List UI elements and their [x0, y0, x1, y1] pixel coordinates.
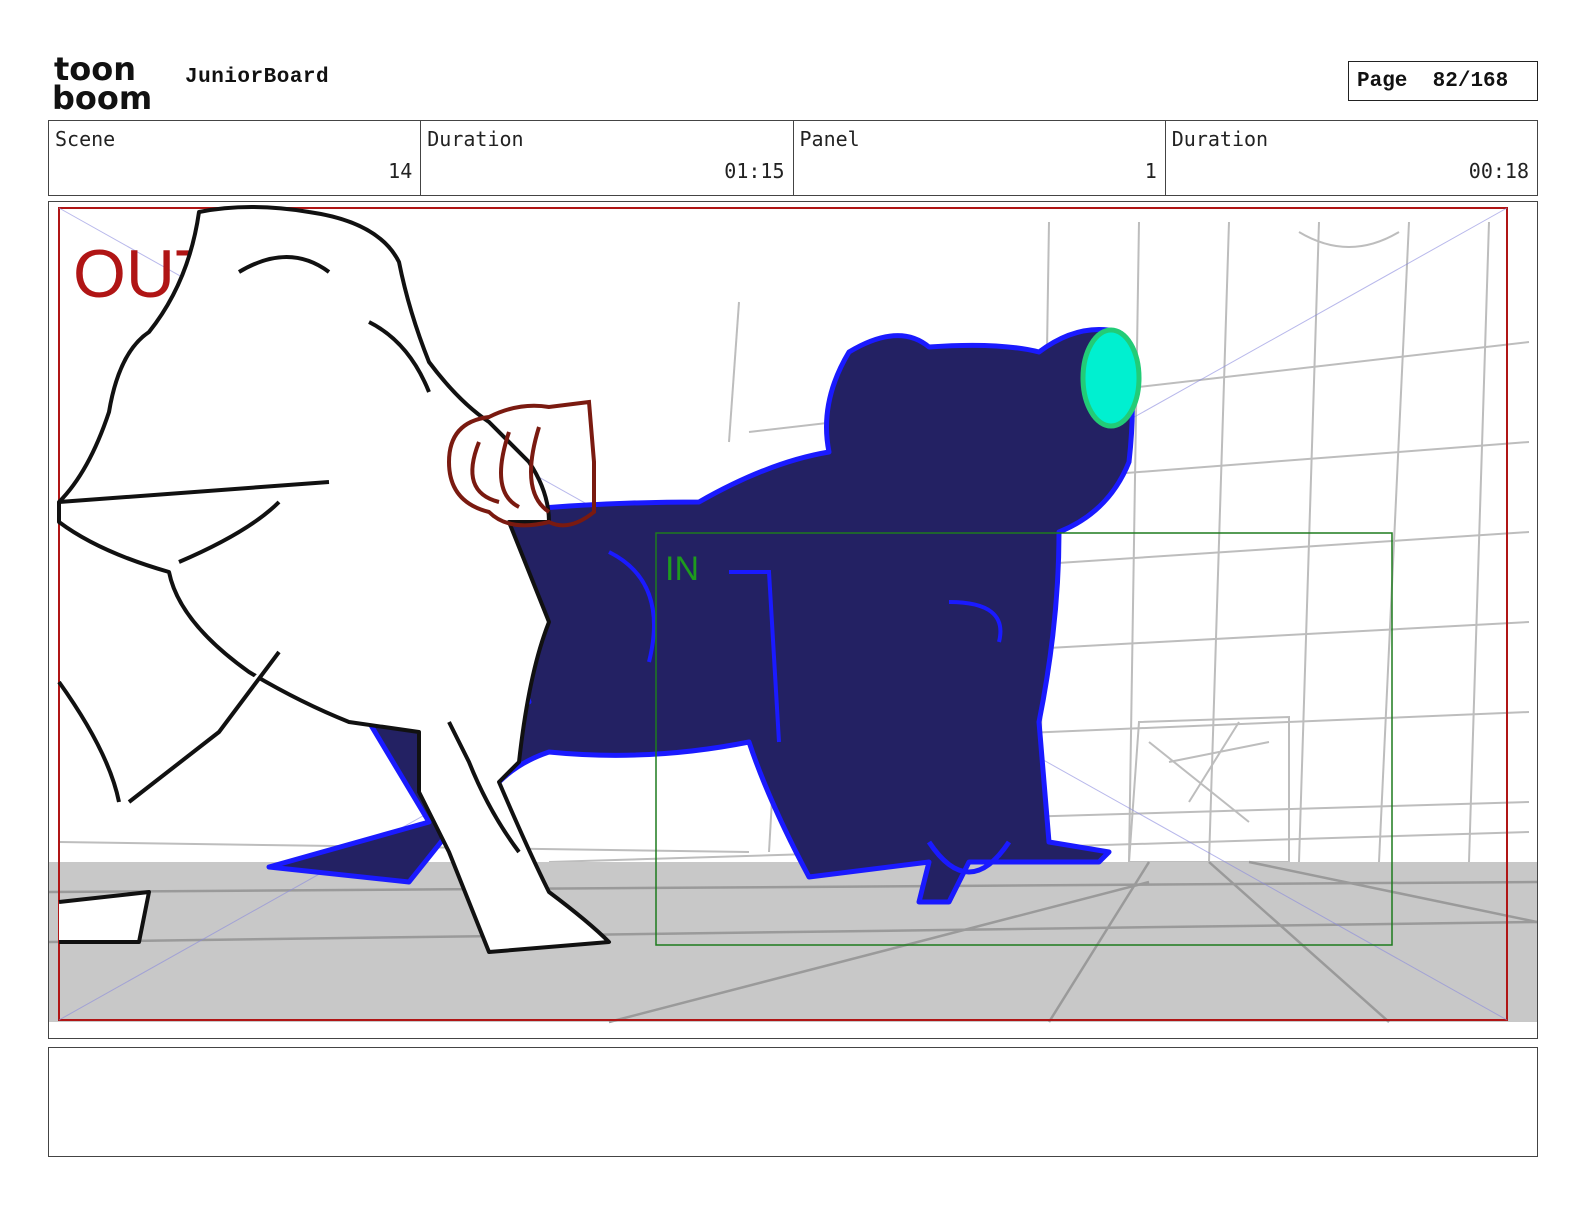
panel-duration-value: 00:18: [1468, 159, 1529, 183]
page-label: Page: [1357, 69, 1408, 93]
scene-duration-label: Duration: [427, 127, 524, 151]
human-character: [57, 205, 611, 954]
scene-duration-cell: Duration 01:15: [421, 121, 794, 195]
in-label: IN: [665, 550, 699, 588]
panel-duration-cell: Duration 00:18: [1166, 121, 1537, 195]
creature-eye: [1080, 327, 1142, 429]
scene-cell: Scene 14: [49, 121, 422, 195]
panel-notes: [48, 1047, 1538, 1157]
page-indicator: Page 82/168: [1348, 61, 1538, 101]
panel-drawing: OUT IN: [49, 205, 1537, 1024]
scene-label: Scene: [55, 127, 116, 151]
info-row: Scene 14 Duration 01:15 Panel 1 Duration…: [48, 120, 1538, 196]
page-value: 82/168: [1432, 69, 1509, 93]
app-title: JuniorBoard: [185, 66, 330, 89]
panel-label: Panel: [799, 127, 860, 151]
toonboom-logo: toon boom: [52, 52, 152, 112]
panel-cell: Panel 1: [794, 121, 1166, 195]
scene-duration-value: 01:15: [724, 159, 785, 183]
logo-text-bottom: boom: [52, 79, 152, 112]
panel-value: 1: [1144, 159, 1157, 183]
storyboard-panel: OUT IN: [48, 201, 1538, 1039]
scene-value: 14: [388, 159, 413, 183]
panel-duration-label: Duration: [1171, 127, 1269, 151]
